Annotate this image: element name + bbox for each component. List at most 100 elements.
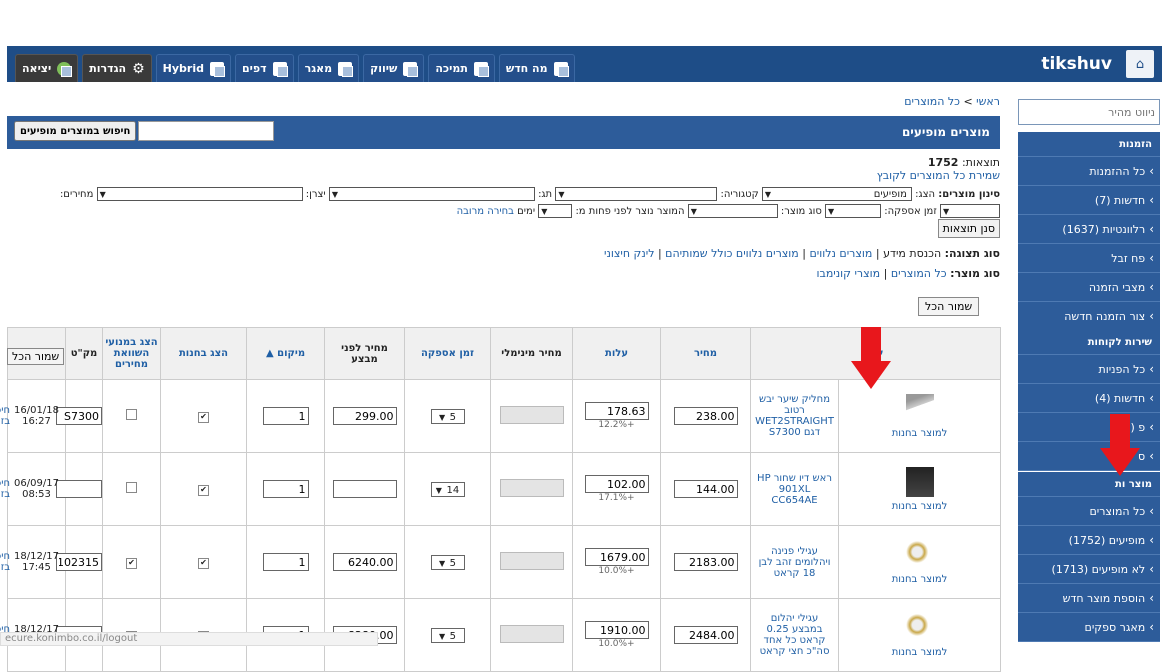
updated-time: 17:45 bbox=[22, 562, 51, 573]
show-in-compare-checkbox[interactable] bbox=[126, 409, 137, 420]
supply-time-select[interactable]: 14 ▼ bbox=[430, 481, 465, 497]
view-in-store-link[interactable]: למוצר בחנות bbox=[839, 574, 1000, 585]
sidebar-item[interactable]: כל הפניות ‹ bbox=[1018, 355, 1160, 384]
column-header[interactable]: מיקום ▲ bbox=[246, 327, 325, 380]
show-in-store-checkbox[interactable]: ✔ bbox=[198, 558, 209, 569]
tab-7[interactable]: מה חדש bbox=[498, 54, 575, 82]
view-type-link[interactable]: מוצרים נלווים bbox=[809, 247, 872, 260]
earrings-icon[interactable] bbox=[905, 539, 934, 570]
quick-navigation-input[interactable] bbox=[1018, 99, 1160, 125]
column-header[interactable]: מחיר bbox=[660, 327, 751, 380]
search-visible-products-input[interactable] bbox=[138, 121, 275, 141]
pre-sale-price-cell bbox=[324, 379, 405, 453]
section-search: חיפוש במוצרים מופיעים bbox=[14, 121, 275, 141]
tab-5[interactable]: שיווק bbox=[363, 54, 425, 82]
pre-sale-price-input[interactable] bbox=[332, 480, 397, 498]
filter-last-select[interactable] bbox=[940, 204, 1000, 219]
view-type-link[interactable]: לינק חיצוני bbox=[604, 247, 654, 260]
price-input[interactable] bbox=[673, 626, 738, 644]
sidebar-item[interactable]: חדשות (4) ‹ bbox=[1018, 384, 1160, 413]
breadcrumb-home-link[interactable]: ראשי bbox=[976, 95, 1000, 108]
sidebar-item[interactable]: מאגר ספקים ‹ bbox=[1018, 613, 1160, 642]
column-header[interactable]: עלות bbox=[572, 327, 661, 380]
cost-input[interactable] bbox=[584, 548, 649, 566]
sidebar-item[interactable]: צור הזמנה חדשה ‹ bbox=[1018, 302, 1160, 331]
sidebar-item[interactable]: הוספת מוצר חדש ‹ bbox=[1018, 584, 1160, 613]
tab-0[interactable]: יציאה bbox=[15, 54, 79, 82]
product-name-link[interactable]: מחליק שיער יבש רטוב WET2STRAIGHT דגם S73… bbox=[749, 379, 840, 453]
product-type-current[interactable]: כל המוצרים bbox=[891, 267, 947, 280]
position-input[interactable] bbox=[262, 480, 309, 498]
show-in-store-checkbox[interactable]: ✔ bbox=[198, 412, 209, 423]
sidebar-item[interactable]: חדשות (7) ‹ bbox=[1018, 186, 1160, 215]
chevron-left-icon: ‹ bbox=[1149, 164, 1154, 178]
sidebar-item-label: מאגר ספקים bbox=[1084, 620, 1146, 634]
product-name-link[interactable]: עגילי פנינה ויהלומים זהב לבן 18 קראט bbox=[749, 525, 840, 599]
tab-6[interactable]: תמיכה bbox=[428, 54, 495, 82]
tab-2[interactable]: Hybrid bbox=[155, 54, 231, 82]
view-in-store-link[interactable]: למוצר בחנות bbox=[839, 428, 1000, 439]
product-name-link[interactable]: עגילי יהלום במבצע 0.25 קראט כל אחד סה"כ … bbox=[749, 598, 840, 672]
tab-1[interactable]: הגדרות ⚙ bbox=[82, 54, 152, 82]
save-all-header-button[interactable]: שמור הכל bbox=[7, 348, 65, 365]
breadcrumb-current-link[interactable]: כל המוצרים bbox=[904, 95, 960, 108]
product-image-cell: למוצר בחנות bbox=[838, 452, 1002, 526]
position-input[interactable] bbox=[262, 407, 309, 425]
sidebar-item[interactable]: פח זבל ‹ bbox=[1018, 244, 1160, 273]
tab-label: מה חדש bbox=[505, 62, 548, 75]
sidebar-item[interactable]: כל ההזמנות ‹ bbox=[1018, 157, 1160, 186]
pre-sale-price-input[interactable] bbox=[332, 553, 397, 571]
filter-ptype-select[interactable] bbox=[687, 204, 778, 219]
sidebar-item[interactable]: כל המוצרים ‹ bbox=[1018, 497, 1160, 526]
search-visible-products-button[interactable]: חיפוש במוצרים מופיעים bbox=[14, 121, 137, 141]
filter-supply-select[interactable] bbox=[825, 204, 882, 219]
filter-results-button[interactable]: סנן תוצאות bbox=[937, 219, 1000, 238]
filter-show-select[interactable]: מופיעים bbox=[761, 187, 912, 202]
sidebar-item[interactable]: מופיעים (1752) ‹ bbox=[1018, 526, 1160, 555]
position-input[interactable] bbox=[262, 553, 309, 571]
save-all-button[interactable]: שמור הכל bbox=[918, 297, 980, 316]
price-input[interactable] bbox=[673, 480, 738, 498]
chevron-left-icon: ‹ bbox=[1149, 309, 1154, 323]
tab-3[interactable]: דפים bbox=[234, 54, 294, 82]
column-header[interactable]: זמן אספקה bbox=[404, 327, 491, 380]
multi-select-link[interactable]: בחירה מרובה bbox=[457, 206, 514, 217]
pre-sale-price-input[interactable] bbox=[332, 407, 397, 425]
sidebar-item[interactable]: מצבי הזמנה ‹ bbox=[1018, 273, 1160, 302]
export-products-link[interactable]: שמירת כל המוצרים לקובץ bbox=[877, 169, 1000, 182]
sidebar-item[interactable]: רלוונטיות (1637) ‹ bbox=[1018, 215, 1160, 244]
supply-time-select[interactable]: 5 ▼ bbox=[430, 627, 465, 643]
price-input[interactable] bbox=[673, 553, 738, 571]
filter-maker-select[interactable] bbox=[96, 187, 303, 202]
filter-maker-label: יצרן: bbox=[305, 189, 326, 200]
home-icon[interactable]: ⌂ bbox=[1126, 50, 1154, 78]
view-in-store-link[interactable]: למוצר בחנות bbox=[839, 647, 1000, 658]
filter-created-select[interactable] bbox=[538, 204, 573, 219]
cost-input[interactable] bbox=[584, 475, 649, 493]
sidebar-item[interactable]: לא מופיעים (1713) ‹ bbox=[1018, 555, 1160, 584]
view-type-link[interactable]: מוצרים נלווים כולל שמותיהם bbox=[665, 247, 799, 260]
sidebar-item[interactable]: פ (1)‹ bbox=[1018, 413, 1160, 442]
column-header[interactable]: הצג במנועי השוואת מחירים bbox=[102, 327, 161, 380]
show-in-compare-checkbox[interactable] bbox=[126, 482, 137, 493]
product-image-cell: למוצר בחנות bbox=[838, 525, 1002, 599]
show-in-store-checkbox[interactable]: ✔ bbox=[198, 485, 209, 496]
show-in-compare-checkbox[interactable]: ✔ bbox=[126, 558, 137, 569]
filter-category-select[interactable] bbox=[555, 187, 718, 202]
tab-4[interactable]: מאגר bbox=[297, 54, 360, 82]
filter-ptype-label: סוג מוצר: bbox=[780, 206, 822, 217]
filter-supply-label: זמן אספקה: bbox=[884, 206, 937, 217]
view-in-store-link[interactable]: למוצר בחנות bbox=[839, 501, 1000, 512]
product-type-link[interactable]: מוצרי קונימבו bbox=[816, 267, 880, 280]
hair-straightener-icon[interactable] bbox=[905, 393, 934, 424]
filter-tag-select[interactable] bbox=[328, 187, 535, 202]
supply-time-select[interactable]: 5 ▼ bbox=[430, 554, 465, 570]
earrings-icon[interactable] bbox=[905, 612, 934, 643]
price-input[interactable] bbox=[673, 407, 738, 425]
column-header[interactable]: הצג בחנות bbox=[160, 327, 247, 380]
supply-time-select[interactable]: 5 ▼ bbox=[430, 408, 465, 424]
cost-input[interactable] bbox=[584, 621, 649, 639]
product-name-link[interactable]: ראש דיו שחור HP 901XL CC654AE bbox=[749, 452, 840, 526]
cost-input[interactable] bbox=[584, 402, 649, 420]
ink-cartridge-icon[interactable] bbox=[905, 466, 934, 497]
